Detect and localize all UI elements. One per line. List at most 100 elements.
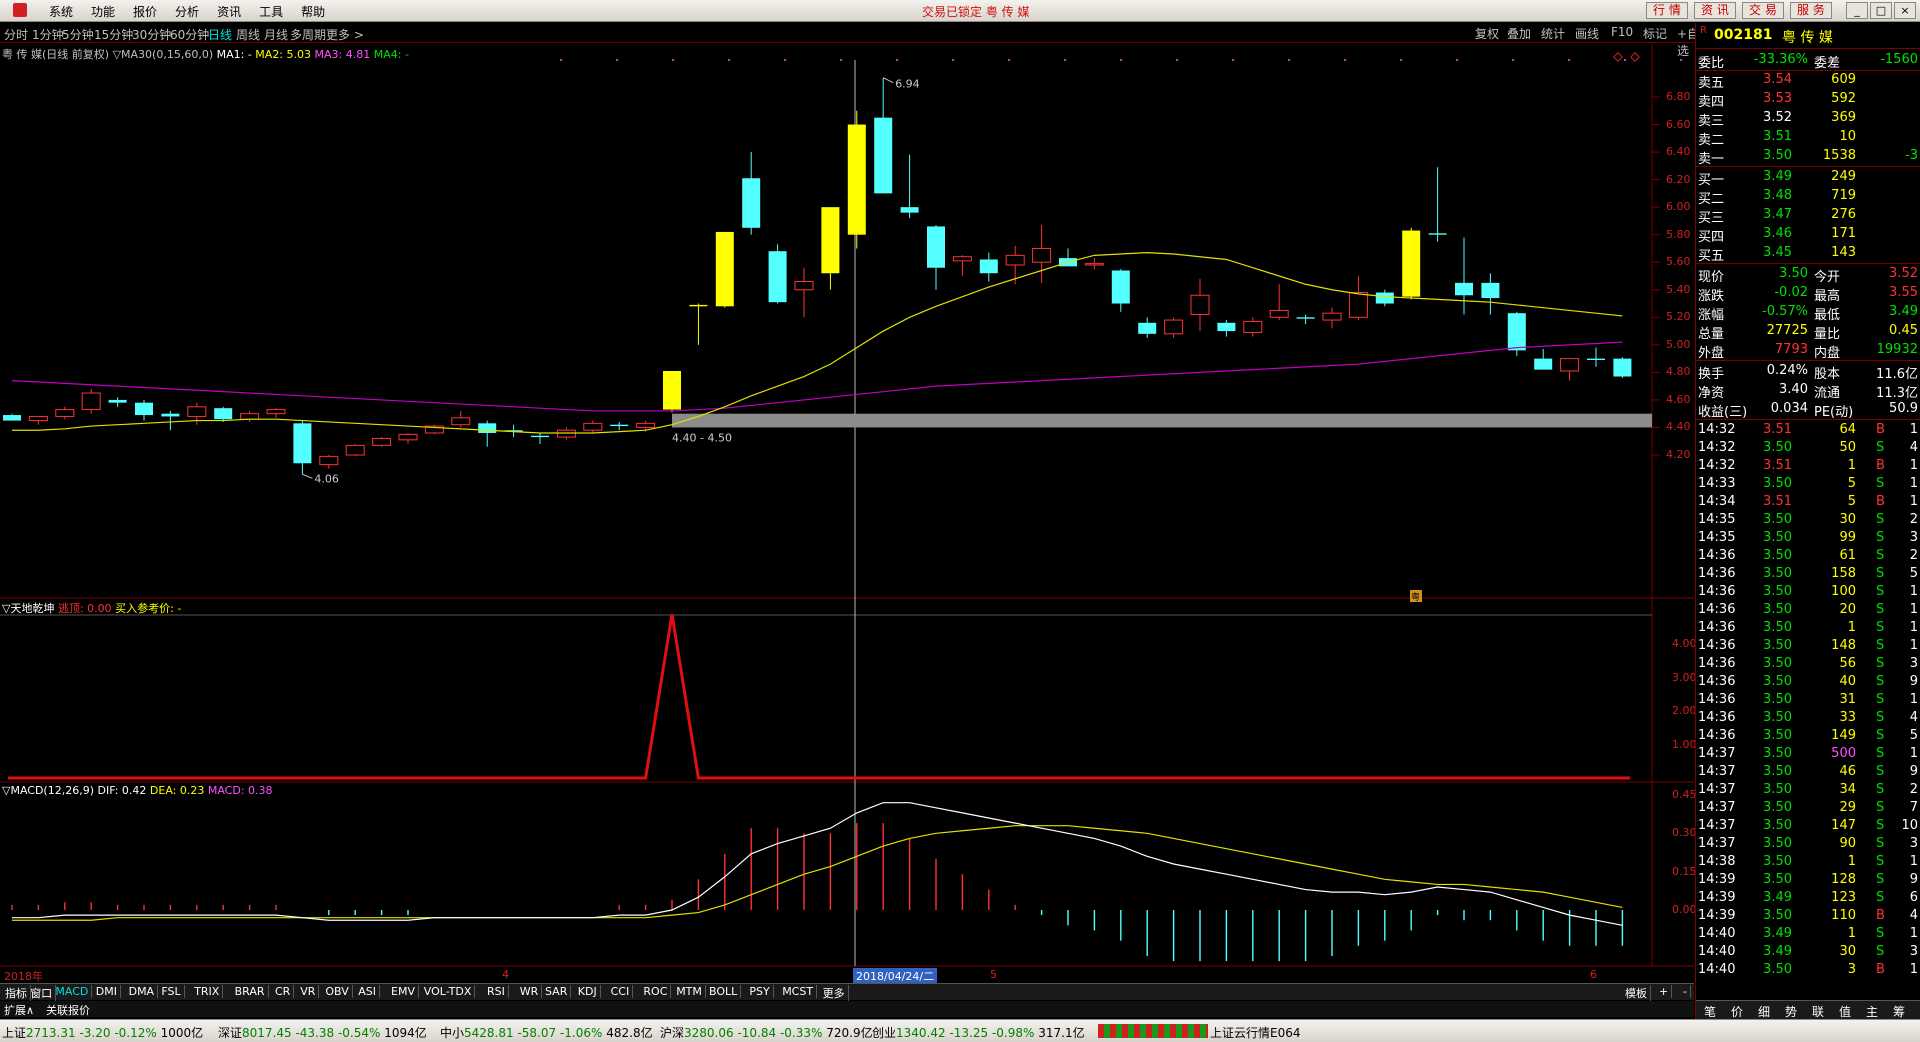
bid-price: 3.45 — [1763, 245, 1792, 260]
menu-help[interactable]: 帮助 — [292, 3, 334, 20]
indicator-tab-13[interactable]: VOL-TDX — [421, 985, 476, 998]
macd-name[interactable]: ▽MACD(12,26,9) — [2, 784, 94, 797]
quote-tab-1[interactable]: 价 — [1731, 1003, 1743, 1020]
indicator-tab-9[interactable]: VR — [297, 985, 320, 998]
indicator-tab-24[interactable]: 更多 — [820, 985, 849, 1001]
indicator-tab-12[interactable]: EMV — [388, 985, 419, 998]
quote-tab-5[interactable]: 值 — [1839, 1003, 1851, 1020]
chart-area[interactable]: 6.94 4.06 4.40 - 4.50 粤 — [0, 44, 1694, 968]
menu-tools[interactable]: 工具 — [250, 3, 292, 20]
indicator-tab-15[interactable]: WR — [517, 985, 543, 998]
minimize-button[interactable]: _ — [1846, 2, 1868, 19]
period-tab-6[interactable]: 日线 — [208, 26, 232, 43]
stock-code[interactable]: 002181 — [1714, 27, 1772, 43]
candle-body — [398, 433, 418, 441]
index-status-4[interactable]: 创业1340.42 -13.25 -0.98% 317.1亿 — [872, 1024, 1085, 1041]
candle-27 — [715, 231, 734, 308]
candle-body — [81, 392, 101, 411]
template-tab-2[interactable]: - — [1680, 985, 1691, 998]
tool-button-4[interactable]: F10 — [1608, 25, 1636, 39]
tick-time: 14:36 — [1698, 566, 1736, 581]
indicator-tab-2[interactable]: MACD — [52, 985, 93, 998]
period-tab-9[interactable]: 多周期 — [290, 26, 326, 43]
tool-button-1[interactable]: 叠加 — [1504, 25, 1534, 42]
indicator-tab-6[interactable]: TRIX — [191, 985, 224, 998]
news-button[interactable]: 资 讯 — [1694, 2, 1736, 19]
quote-value: 7793 — [1774, 342, 1808, 357]
tool-button-2[interactable]: 统计 — [1538, 25, 1568, 42]
expand-button[interactable]: 扩展∧ — [4, 1002, 34, 1018]
menu-function[interactable]: 功能 — [82, 3, 124, 20]
tick-volume: 123 — [1831, 890, 1856, 905]
menu-quote[interactable]: 报价 — [124, 3, 166, 20]
close-button[interactable]: × — [1894, 2, 1916, 19]
period-tab-8[interactable]: 月线 — [264, 26, 288, 43]
indicator-tab-21[interactable]: BOLL — [706, 985, 742, 998]
candle-2 — [55, 406, 75, 420]
app-icon[interactable] — [4, 3, 40, 20]
index-status-1[interactable]: 深证8017.45 -43.38 -0.54% 1094亿 — [218, 1024, 427, 1041]
quote-tab-2[interactable]: 细 — [1758, 1003, 1770, 1020]
indicator-tab-22[interactable]: PSY — [746, 985, 774, 998]
period-tab-5[interactable]: 60分钟 — [170, 26, 209, 43]
index-status-2[interactable]: 中小5428.81 -58.07 -1.06% 482.8亿 — [440, 1024, 653, 1041]
quote-tab-4[interactable]: 联 — [1812, 1003, 1824, 1020]
period-tab-7[interactable]: 周线 — [236, 26, 260, 43]
indicator-tab-14[interactable]: RSI — [484, 985, 509, 998]
candle-body — [1032, 247, 1052, 263]
stock-name[interactable]: 粤 传 媒 — [1782, 27, 1833, 47]
period-tab-1[interactable]: 1分钟 — [32, 26, 64, 43]
indicator-tab-8[interactable]: CR — [272, 985, 295, 998]
indicator-tab-10[interactable]: OBV — [322, 985, 353, 998]
tool-button-3[interactable]: 画线 — [1572, 25, 1602, 42]
r-marker-icon: R — [1700, 25, 1707, 36]
tick-count: 9 — [1909, 674, 1918, 689]
tick-side: S — [1876, 512, 1885, 527]
indicator-tab-3[interactable]: DMI — [93, 985, 122, 998]
tick-price: 3.50 — [1763, 476, 1792, 491]
index-status-3[interactable]: 沪深3280.06 -10.84 -0.33% 720.9亿 — [660, 1024, 873, 1041]
indicator-tab-20[interactable]: MTM — [673, 985, 706, 998]
indicator-tab-11[interactable]: ASI — [355, 985, 380, 998]
period-tab-10[interactable]: 更多 > — [326, 26, 364, 43]
indicator-tabs: 指标 窗口 MACD DMI DMA FSL TRIX BRAR CR VR OBV ASI EMV VO… — [0, 983, 1694, 1001]
period-tab-0[interactable]: 分时 — [4, 26, 28, 43]
ask-price: 3.53 — [1763, 91, 1792, 106]
price-zone-band — [672, 413, 1652, 428]
quote-tab-6[interactable]: 主 — [1866, 1003, 1878, 1020]
indicator-tab-5[interactable]: FSL — [158, 985, 185, 998]
template-tab-0[interactable]: 模板 — [1622, 985, 1651, 1001]
tool-button-0[interactable]: 复权 — [1472, 25, 1502, 42]
maximize-button[interactable]: □ — [1870, 2, 1892, 19]
indicator-tab-7[interactable]: BRAR — [232, 985, 269, 998]
menu-news[interactable]: 资讯 — [208, 3, 250, 20]
quote-tab-3[interactable]: 势 — [1785, 1003, 1797, 1020]
index-status-0[interactable]: 上证2713.31 -3.20 -0.12% 1000亿 — [2, 1024, 203, 1041]
tick-count: 2 — [1909, 548, 1918, 563]
tool-button-5[interactable]: 标记 — [1640, 25, 1670, 42]
candle-body — [319, 455, 339, 466]
indicator-tab-19[interactable]: ROC — [640, 985, 672, 998]
indicator-tab-4[interactable]: DMA — [126, 985, 159, 998]
fund-value: 11.3亿 — [1876, 386, 1918, 401]
indicator-tab-23[interactable]: MCST — [779, 985, 818, 998]
market-button[interactable]: 行 情 — [1646, 2, 1688, 19]
template-tab-1[interactable]: + — [1656, 985, 1673, 998]
indicator-name[interactable]: ▽天地乾坤 — [2, 602, 54, 615]
indicator-tab-17[interactable]: KDJ — [575, 985, 601, 998]
menu-system[interactable]: 系统 — [40, 3, 82, 20]
period-tab-4[interactable]: 30分钟 — [132, 26, 171, 43]
menu-analysis[interactable]: 分析 — [166, 3, 208, 20]
period-tab-2[interactable]: 5分钟 — [62, 26, 94, 43]
period-tab-3[interactable]: 15分钟 — [94, 26, 133, 43]
related-quote-button[interactable]: 关联报价 — [46, 1002, 90, 1018]
service-button[interactable]: 服 务 — [1790, 2, 1832, 19]
indicator-tab-16[interactable]: SAR — [542, 985, 572, 998]
indicator-tab-18[interactable]: CCI — [608, 985, 634, 998]
quote-tab-0[interactable]: 笔 — [1704, 1003, 1716, 1020]
candle-body — [372, 437, 392, 446]
quote-tab-7[interactable]: 筹 — [1893, 1003, 1905, 1020]
bid-price: 3.49 — [1763, 169, 1792, 184]
trade-button[interactable]: 交 易 — [1742, 2, 1784, 19]
fund-label: PE(动) — [1814, 405, 1854, 420]
